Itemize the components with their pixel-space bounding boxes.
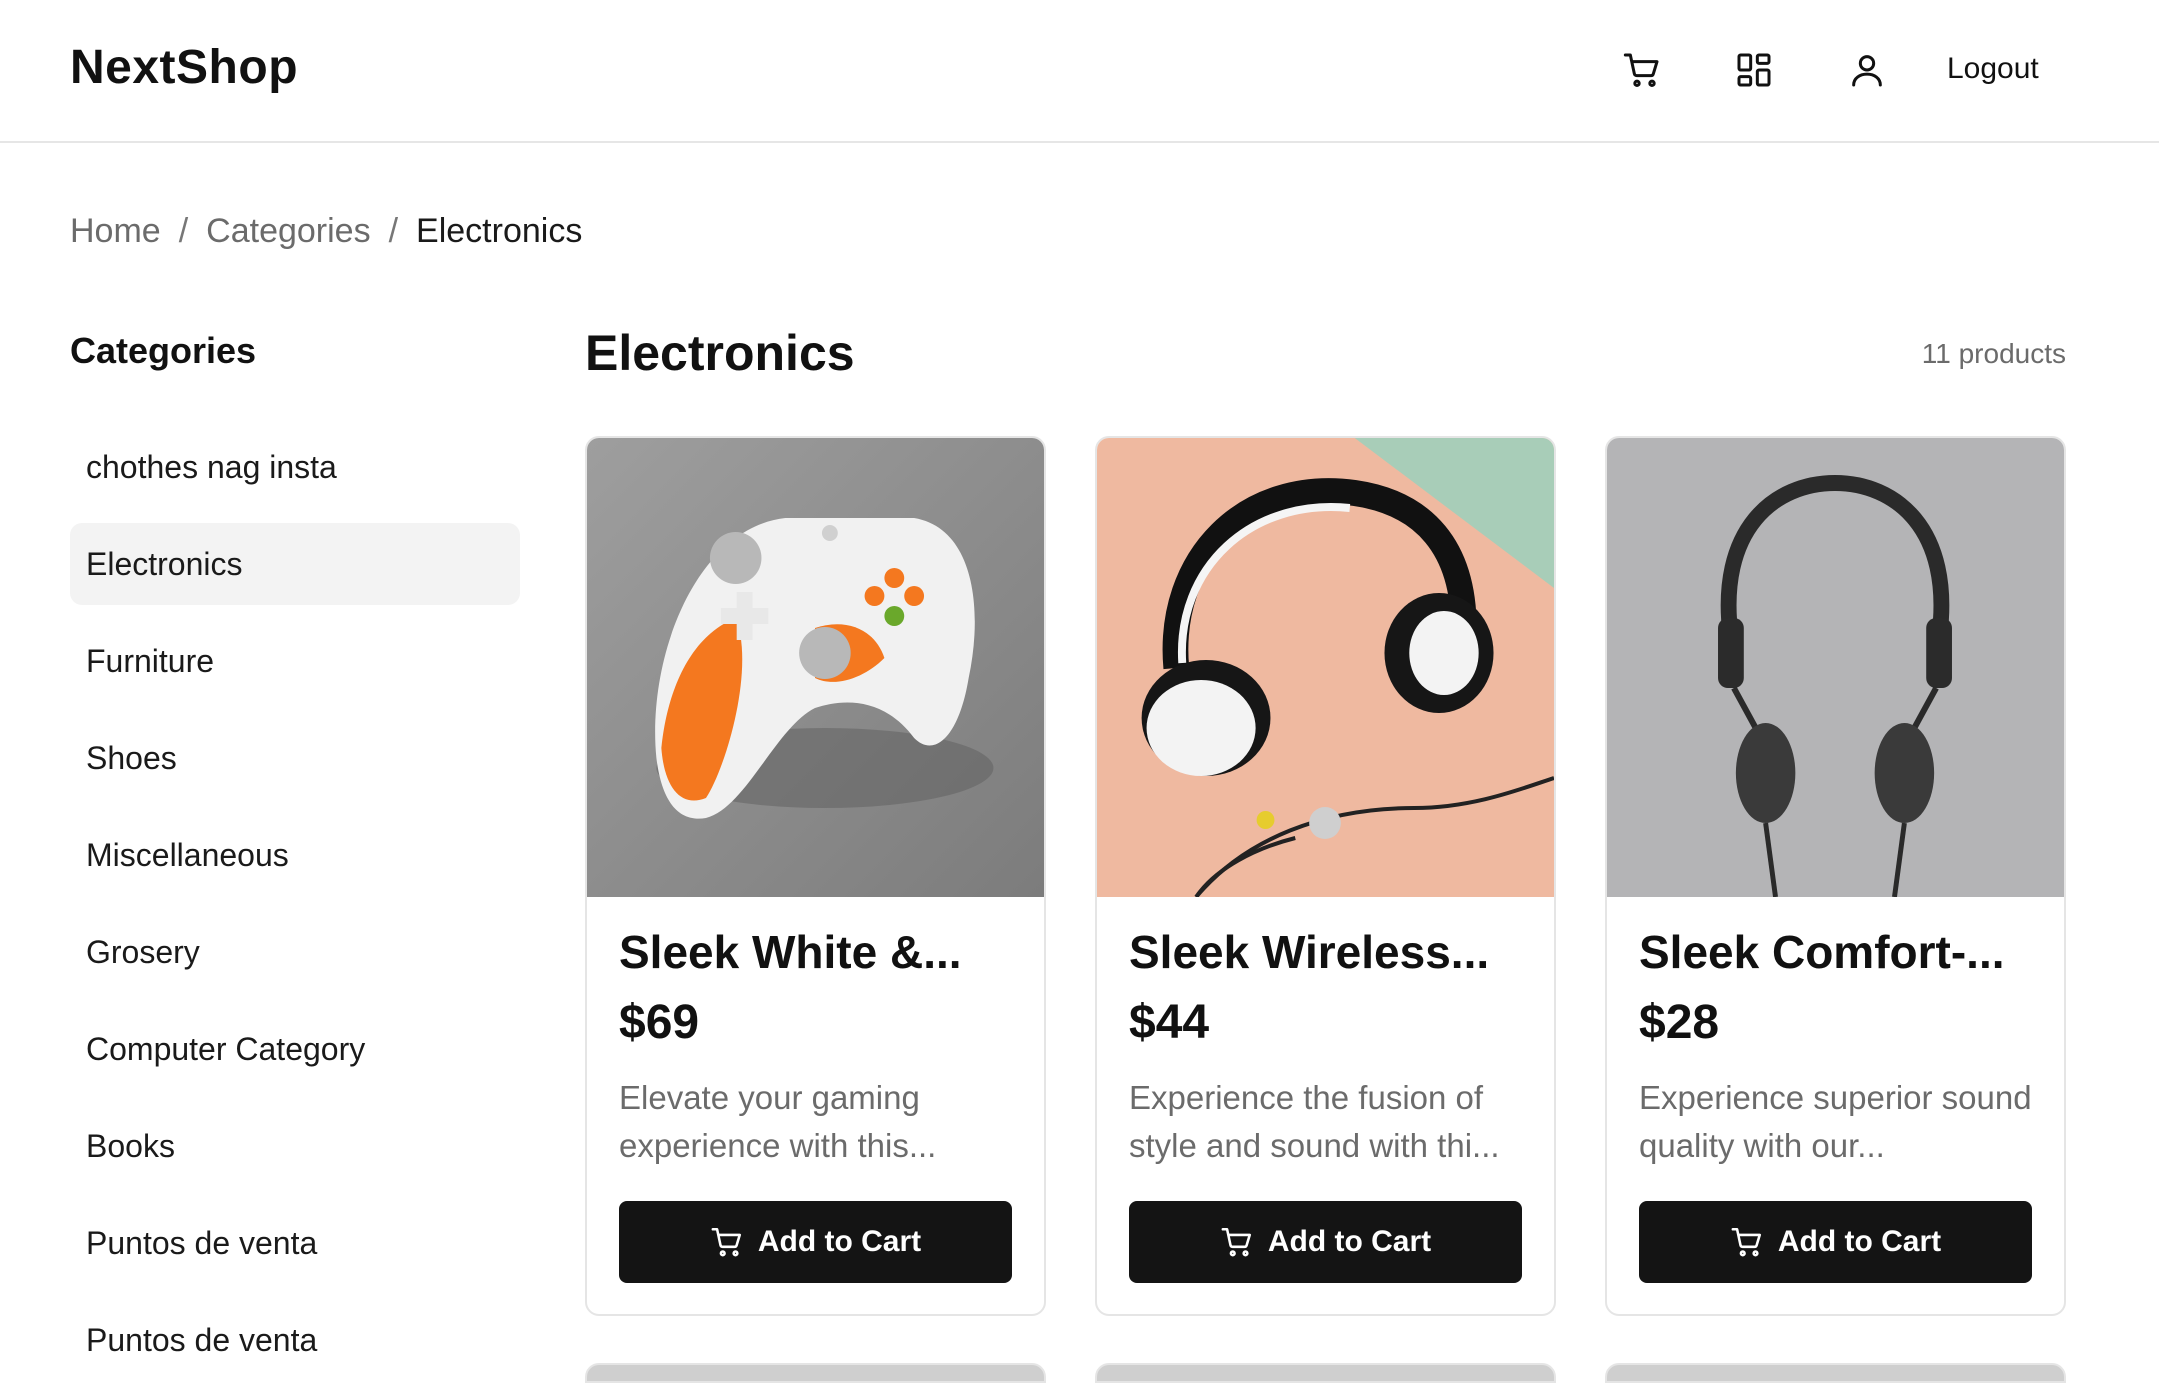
category-item[interactable]: Miscellaneous (70, 814, 520, 896)
product-card[interactable]: Sleek Comfort-... $28 Experience superio… (1605, 436, 2066, 1316)
category-item[interactable]: Books (70, 1105, 520, 1187)
page-title: Electronics (585, 325, 855, 381)
product-card-partial[interactable] (1095, 1363, 1556, 1383)
category-item[interactable]: Furniture (70, 620, 520, 702)
product-description: Elevate your gaming experience with this… (619, 1079, 937, 1164)
black-headphones-image[interactable] (1607, 438, 2064, 897)
brand-logo[interactable]: NextShop (70, 40, 298, 95)
category-item[interactable]: chothes nag insta (70, 426, 520, 508)
breadcrumb-home[interactable]: Home (70, 212, 161, 251)
category-item[interactable]: Grosery (70, 911, 520, 993)
product-description: Experience the fusion of style and sound… (1129, 1079, 1500, 1164)
cart-icon (1221, 1227, 1251, 1257)
product-card-partial[interactable] (1605, 1363, 2066, 1383)
top-header: NextShop Logout (0, 0, 2159, 143)
category-item[interactable]: Computer Category (70, 1008, 520, 1090)
game-controller-image[interactable] (587, 438, 1044, 897)
product-name[interactable]: Sleek White &... (619, 925, 1019, 979)
category-item[interactable]: Puntos de venta (70, 1202, 520, 1284)
product-name[interactable]: Sleek Comfort-... (1639, 925, 2039, 979)
sidebar-title: Categories (70, 330, 257, 371)
category-item-active[interactable]: Electronics (70, 523, 520, 605)
add-to-cart-label: Add to Cart (757, 1225, 922, 1258)
logout-button[interactable]: Logout (1947, 52, 2039, 86)
breadcrumb-separator: / (178, 212, 189, 250)
breadcrumb: Home / Categories / Electronics (70, 212, 582, 251)
product-name[interactable]: Sleek Wireless... (1129, 925, 1529, 979)
add-to-cart-label: Add to Cart (1267, 1225, 1432, 1258)
product-description: Experience superior sound quality with o… (1639, 1079, 2032, 1164)
cart-icon (1731, 1227, 1761, 1257)
product-card[interactable]: Sleek White &... $69 Elevate your gaming… (585, 436, 1046, 1316)
product-price: $69 (619, 996, 700, 1049)
category-item[interactable]: Shoes (70, 717, 520, 799)
breadcrumb-current: Electronics (416, 212, 583, 250)
cart-icon (711, 1227, 741, 1257)
product-price: $44 (1129, 996, 1210, 1049)
breadcrumb-categories[interactable]: Categories (206, 212, 370, 251)
grid-icon[interactable] (1732, 48, 1776, 92)
product-card[interactable]: Sleek Wireless... $44 Experience the fus… (1095, 436, 1556, 1316)
add-to-cart-button[interactable]: Add to Cart (1639, 1201, 2032, 1283)
cart-icon[interactable] (1620, 48, 1664, 92)
breadcrumb-separator: / (388, 212, 399, 250)
add-to-cart-label: Add to Cart (1777, 1225, 1942, 1258)
user-icon[interactable] (1845, 48, 1889, 92)
product-count: 11 products (1921, 338, 2066, 369)
category-list: chothes nag insta Electronics Furniture … (70, 426, 520, 1396)
wireless-headphones-image[interactable] (1097, 438, 1554, 897)
product-price: $28 (1639, 996, 1720, 1049)
product-card-partial[interactable] (585, 1363, 1046, 1383)
add-to-cart-button[interactable]: Add to Cart (619, 1201, 1012, 1283)
add-to-cart-button[interactable]: Add to Cart (1129, 1201, 1522, 1283)
category-item[interactable]: Puntos de venta (70, 1299, 520, 1381)
